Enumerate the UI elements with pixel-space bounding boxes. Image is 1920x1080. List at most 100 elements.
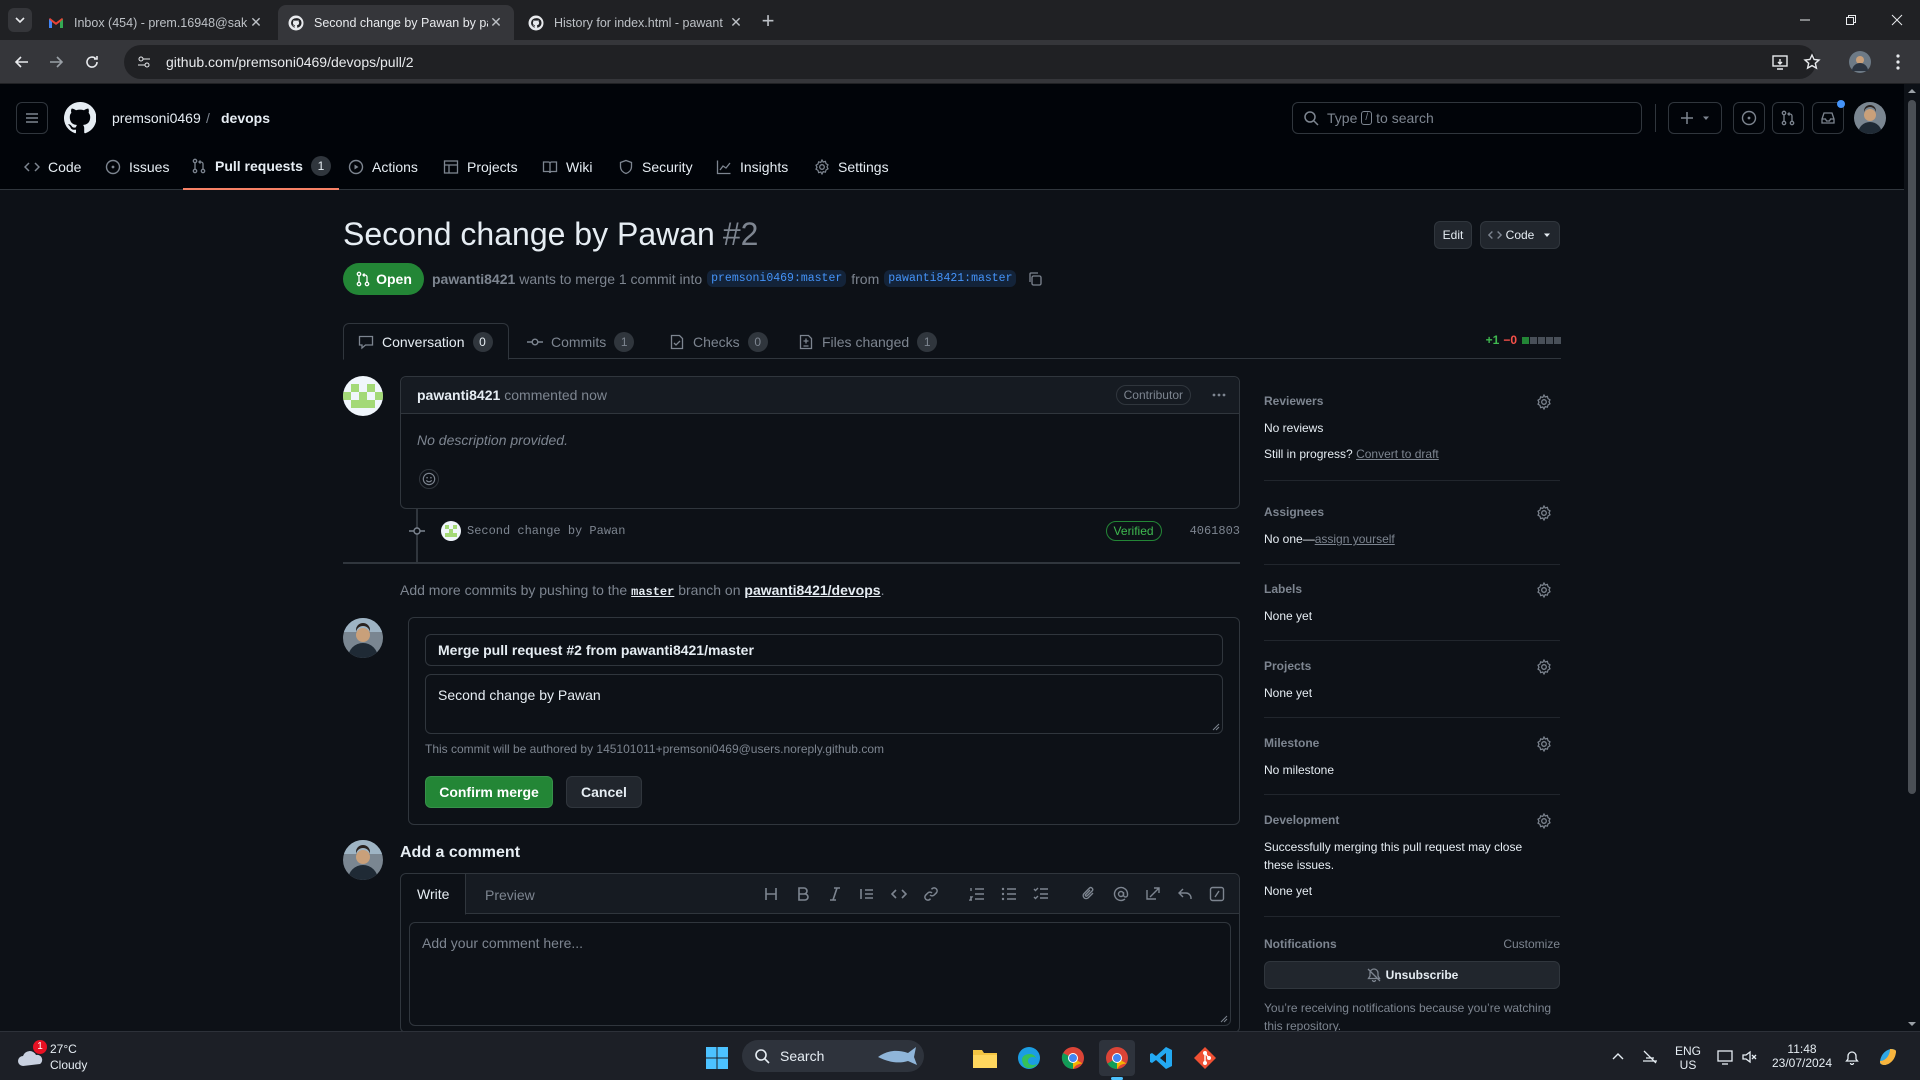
tab-conversation[interactable]: Conversation 0 (343, 323, 509, 360)
gear-icon[interactable] (1536, 505, 1552, 521)
development-heading[interactable]: Development (1264, 813, 1560, 827)
gear-icon[interactable] (1536, 582, 1552, 598)
confirm-merge-button[interactable]: Confirm merge (425, 776, 553, 808)
commit-sha-link[interactable]: 4061803 (1190, 524, 1240, 538)
unsubscribe-button[interactable]: Unsubscribe (1264, 961, 1560, 989)
merger-avatar[interactable] (343, 618, 383, 658)
scroll-down-icon[interactable] (1904, 1019, 1920, 1029)
commit-body-textarea[interactable]: Second change by Pawan (425, 674, 1223, 734)
convert-to-draft-link[interactable]: Convert to draft (1356, 447, 1439, 461)
issues-button[interactable] (1733, 102, 1765, 134)
taskbar-chrome-profile[interactable] (1099, 1040, 1135, 1080)
close-icon[interactable]: ✕ (488, 14, 504, 31)
site-info-icon[interactable] (136, 54, 152, 70)
reload-button[interactable] (80, 50, 104, 74)
head-branch[interactable]: pawanti8421:master (884, 270, 1017, 287)
repo-name-link[interactable]: devops (221, 110, 270, 126)
pr-author-link[interactable]: pawanti8421 (432, 271, 515, 287)
tab-code[interactable]: Code (24, 144, 81, 190)
commenter-avatar[interactable] (343, 376, 383, 416)
close-icon[interactable]: ✕ (248, 14, 264, 31)
language-indicator[interactable]: ENG US (1673, 1044, 1703, 1072)
minimize-button[interactable] (1782, 0, 1828, 40)
browser-tab-pr[interactable]: Second change by Pawan by pa ✕ (278, 5, 514, 40)
resize-handle-icon[interactable] (1220, 1015, 1228, 1023)
assignees-heading[interactable]: Assignees (1264, 505, 1560, 519)
ordered-list-icon[interactable] (969, 886, 985, 902)
create-new-button[interactable] (1668, 102, 1722, 134)
edit-title-button[interactable]: Edit (1434, 221, 1472, 249)
projects-heading[interactable]: Projects (1264, 659, 1560, 673)
close-window-button[interactable] (1874, 0, 1920, 40)
milestone-heading[interactable]: Milestone (1264, 736, 1560, 750)
display-icon[interactable] (1717, 1049, 1733, 1065)
tab-security[interactable]: Security (618, 144, 693, 190)
verified-badge[interactable]: Verified (1105, 521, 1162, 541)
code-icon[interactable] (891, 886, 907, 902)
paperclip-icon[interactable] (1081, 886, 1097, 902)
add-reaction-button[interactable] (419, 469, 439, 489)
browser-tab-gmail[interactable]: Inbox (454) - prem.16948@sak ✕ (38, 5, 274, 40)
global-menu-button[interactable] (16, 102, 48, 134)
taskbar-chrome[interactable] (1055, 1040, 1091, 1076)
user-avatar[interactable] (1854, 102, 1886, 134)
copilot-icon[interactable] (1876, 1045, 1900, 1069)
tab-wiki[interactable]: Wiki (542, 144, 592, 190)
address-bar[interactable]: github.com/premsoni0469/devops/pull/2 (124, 45, 1816, 79)
tab-projects[interactable]: Projects (443, 144, 518, 190)
repo-owner-link[interactable]: premsoni0469 (112, 110, 201, 126)
tab-issues[interactable]: Issues (105, 144, 169, 190)
gear-icon[interactable] (1536, 736, 1552, 752)
reviewers-heading[interactable]: Reviewers (1264, 394, 1560, 408)
tab-actions[interactable]: Actions (348, 144, 418, 190)
tab-settings[interactable]: Settings (814, 144, 889, 190)
taskbar-file-explorer[interactable] (967, 1040, 1003, 1076)
start-button[interactable] (699, 1040, 735, 1076)
browser-menu-button[interactable] (1886, 50, 1910, 74)
hint-repo-link[interactable]: pawanti8421/devops (744, 582, 880, 598)
scrollbar-thumb[interactable] (1908, 100, 1916, 794)
clock[interactable]: 11:48 23/07/2024 (1764, 1042, 1840, 1070)
network-icon[interactable] (1642, 1049, 1658, 1065)
slash-command-icon[interactable] (1209, 886, 1225, 902)
reply-icon[interactable] (1177, 886, 1193, 902)
resize-handle-icon[interactable] (1212, 723, 1220, 731)
tab-checks[interactable]: Checks 0 (655, 323, 782, 360)
tab-write[interactable]: Write (401, 874, 467, 915)
weather-widget[interactable]: 1 27°C Cloudy (16, 1040, 126, 1074)
tab-commits[interactable]: Commits 1 (513, 323, 648, 360)
copy-icon[interactable] (1027, 271, 1043, 287)
commit-message-link[interactable]: Second change by Pawan (467, 524, 625, 538)
taskbar-search[interactable]: Search (742, 1040, 924, 1072)
labels-heading[interactable]: Labels (1264, 582, 1560, 596)
hint-branch[interactable]: master (631, 585, 674, 599)
bold-icon[interactable] (795, 886, 811, 902)
tab-files-changed[interactable]: Files changed 1 (784, 323, 951, 360)
base-branch[interactable]: premsoni0469:master (707, 270, 847, 287)
back-button[interactable] (10, 50, 34, 74)
cross-reference-icon[interactable] (1145, 886, 1161, 902)
quote-icon[interactable] (859, 886, 875, 902)
comment-textarea[interactable]: Add your comment here... (409, 922, 1231, 1026)
taskbar-git[interactable] (1187, 1040, 1223, 1076)
forward-button[interactable] (44, 50, 68, 74)
code-dropdown-button[interactable]: Code (1480, 221, 1560, 249)
browser-tab-history[interactable]: History for index.html - pawant ✕ (518, 5, 754, 40)
scroll-up-icon[interactable] (1904, 86, 1920, 96)
gear-icon[interactable] (1536, 394, 1552, 410)
comment-author-link[interactable]: pawanti8421 (417, 387, 500, 403)
close-icon[interactable]: ✕ (728, 14, 744, 31)
assign-yourself-link[interactable]: assign yourself (1315, 532, 1395, 546)
kebab-horizontal-icon[interactable] (1211, 387, 1227, 403)
page-scrollbar[interactable] (1904, 84, 1920, 1031)
gear-icon[interactable] (1536, 813, 1552, 829)
profile-avatar[interactable] (1848, 50, 1872, 74)
new-tab-button[interactable]: + (756, 10, 780, 34)
commit-title-input[interactable]: Merge pull request #2 from pawanti8421/m… (425, 634, 1223, 666)
heading-icon[interactable] (763, 886, 779, 902)
customize-link[interactable]: Customize (1503, 937, 1560, 951)
italic-icon[interactable] (827, 886, 843, 902)
taskbar-edge[interactable] (1011, 1040, 1047, 1076)
search-input[interactable]: Type / to search (1292, 102, 1642, 134)
gear-icon[interactable] (1536, 659, 1552, 675)
